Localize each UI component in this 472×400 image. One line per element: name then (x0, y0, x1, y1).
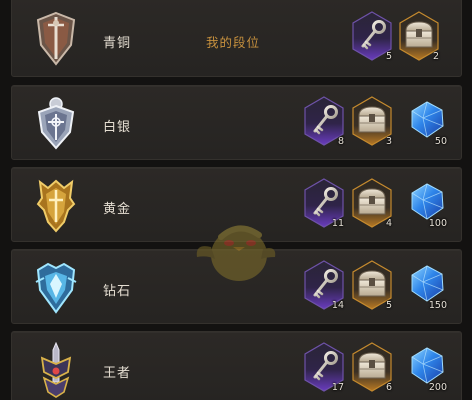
reward-count: 5 (385, 300, 392, 311)
chest-icon (358, 352, 386, 379)
reward-chest[interactable]: 6 (351, 342, 393, 393)
reward-gem[interactable]: 150 (406, 260, 448, 311)
my-tier-label: 我的段位 (206, 35, 261, 50)
blue-gem-icon (411, 183, 444, 220)
tier-row-silver[interactable]: 白银 8 3 50 (11, 85, 462, 160)
reward-count: 50 (434, 136, 447, 147)
reward-gem[interactable]: 200 (406, 342, 448, 393)
tier-name: 青铜 (103, 36, 132, 51)
bronze-shield-emblem-icon (34, 11, 78, 67)
reward-chest[interactable]: 4 (351, 178, 393, 229)
reward-count: 14 (331, 300, 344, 311)
reward-count: 8 (337, 136, 344, 147)
reward-count: 5 (385, 51, 392, 62)
tier-row-diamond[interactable]: 钻石 14 5 150 (11, 249, 462, 324)
silver-shield-emblem-icon (34, 96, 78, 152)
reward-count: 150 (428, 300, 447, 311)
reward-gem[interactable]: 100 (406, 178, 448, 229)
reward-chest[interactable]: 5 (351, 260, 393, 311)
blue-gem-icon (411, 347, 444, 384)
reward-key[interactable]: 11 (303, 178, 345, 229)
chest-icon (405, 21, 433, 48)
tier-name: 白银 (103, 120, 132, 135)
chest-icon (358, 270, 386, 297)
diamond-shield-emblem-icon (34, 260, 78, 316)
chest-icon (358, 188, 386, 215)
reward-count: 3 (385, 136, 392, 147)
tier-name: 钻石 (103, 284, 132, 299)
reward-gem[interactable]: 50 (406, 96, 448, 147)
reward-count: 100 (428, 218, 447, 229)
reward-count: 17 (331, 382, 344, 393)
blue-gem-icon (411, 101, 444, 138)
reward-key[interactable]: 8 (303, 96, 345, 147)
reward-count: 11 (331, 218, 344, 229)
reward-key[interactable]: 5 (351, 11, 393, 62)
tier-row-bronze[interactable]: 青铜 我的段位 5 2 (11, 0, 462, 77)
tier-row-gold[interactable]: 黄金 11 4 100 (11, 167, 462, 242)
chest-icon (358, 106, 386, 133)
gold-shield-emblem-icon (34, 178, 78, 234)
tier-row-king[interactable]: 王者 17 6 200 (11, 331, 462, 400)
tier-list: 青铜 我的段位 5 2 白银 8 3 50 黄金 11 4 100 钻石 14 … (0, 0, 472, 400)
reward-chest[interactable]: 2 (398, 11, 440, 62)
blue-gem-icon (411, 265, 444, 302)
reward-count: 4 (385, 218, 392, 229)
reward-key[interactable]: 14 (303, 260, 345, 311)
reward-count: 2 (432, 51, 439, 62)
reward-count: 200 (428, 382, 447, 393)
tier-name: 王者 (103, 366, 132, 381)
reward-chest[interactable]: 3 (351, 96, 393, 147)
king-sword-emblem-icon (34, 341, 78, 398)
tier-name: 黄金 (103, 202, 132, 217)
reward-key[interactable]: 17 (303, 342, 345, 393)
reward-count: 6 (385, 382, 392, 393)
